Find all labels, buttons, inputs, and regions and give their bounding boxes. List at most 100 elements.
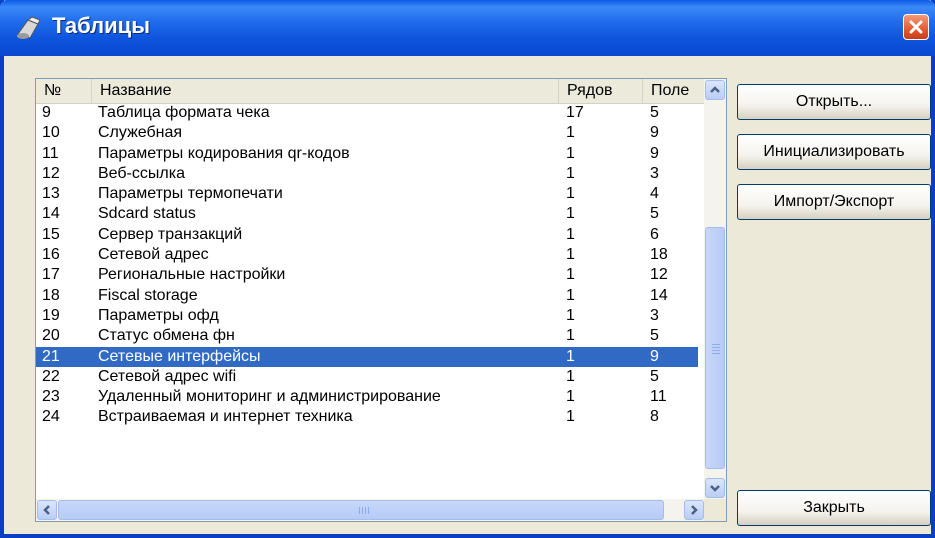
horizontal-scroll-thumb[interactable] xyxy=(58,500,664,520)
row-rows-count: 1 xyxy=(566,347,575,365)
row-fields-count: 18 xyxy=(650,246,668,264)
list-header: № Название Рядов Поле xyxy=(36,79,706,104)
close-icon xyxy=(909,20,923,34)
row-fields-count: 9 xyxy=(650,144,659,162)
table-row[interactable]: 24 Встраиваемая и интернет техника 1 8 xyxy=(36,407,698,427)
window-app-icon xyxy=(17,16,41,39)
table-row[interactable]: 21 Сетевые интерфейсы 1 9 xyxy=(36,346,698,367)
row-rows-count: 1 xyxy=(566,144,575,162)
title-bar[interactable]: Таблицы xyxy=(0,0,935,56)
scrollbar-corner xyxy=(704,499,726,521)
row-number: 11 xyxy=(42,144,59,162)
row-fields-count: 5 xyxy=(650,205,659,223)
row-name: Статус обмена фн xyxy=(98,327,235,345)
table-row[interactable]: 15 Сервер транзакций 1 6 xyxy=(36,225,698,245)
row-name: Sdcard status xyxy=(98,205,196,223)
row-number: 15 xyxy=(42,225,60,243)
row-number: 10 xyxy=(42,124,60,142)
scroll-up-button[interactable] xyxy=(705,80,725,100)
row-number: 23 xyxy=(42,388,60,406)
table-row[interactable]: 13 Параметры термопечати 1 4 xyxy=(36,184,698,204)
table-row[interactable]: 17 Региональные настройки 1 12 xyxy=(36,265,698,285)
row-name: Служебная xyxy=(98,124,183,142)
tables-dialog: Таблицы № Название Рядов Поле 9 Таблица ф… xyxy=(0,0,935,538)
chevron-down-icon xyxy=(710,485,720,492)
table-row[interactable]: 9 Таблица формата чека 17 5 xyxy=(36,103,698,123)
open-button[interactable]: Открыть... xyxy=(737,84,931,120)
row-rows-count: 1 xyxy=(566,388,575,406)
scroll-right-button[interactable] xyxy=(684,500,704,520)
table-row[interactable]: 11 Параметры кодирования qr-кодов 1 9 xyxy=(36,144,698,164)
tables-list[interactable]: № Название Рядов Поле 9 Таблица формата ч… xyxy=(35,78,727,522)
table-row[interactable]: 12 Веб-ссылка 1 3 xyxy=(36,164,698,184)
row-fields-count: 14 xyxy=(650,286,668,304)
row-fields-count: 3 xyxy=(650,306,659,324)
row-rows-count: 1 xyxy=(566,205,575,223)
row-rows-count: 1 xyxy=(566,185,575,203)
row-name: Fiscal storage xyxy=(98,286,198,304)
row-number: 17 xyxy=(42,266,60,284)
table-row[interactable]: 20 Статус обмена фн 1 5 xyxy=(36,326,698,346)
row-rows-count: 1 xyxy=(566,124,575,142)
table-row[interactable]: 14 Sdcard status 1 5 xyxy=(36,204,698,224)
row-fields-count: 9 xyxy=(650,124,659,142)
table-row[interactable]: 22 Сетевой адрес wifi 1 5 xyxy=(36,367,698,387)
row-name: Сетевой адрес wifi xyxy=(98,367,237,385)
window-title: Таблицы xyxy=(52,13,150,38)
initialize-button[interactable]: Инициализировать xyxy=(737,134,931,170)
row-name: Встраиваемая и интернет техника xyxy=(98,408,353,426)
close-window-button[interactable] xyxy=(903,14,929,40)
row-fields-count: 8 xyxy=(650,408,659,426)
row-name: Веб-ссылка xyxy=(98,164,185,182)
row-rows-count: 1 xyxy=(566,408,575,426)
row-name: Сетевые интерфейсы xyxy=(98,347,261,365)
table-row[interactable]: 19 Параметры офд 1 3 xyxy=(36,306,698,326)
import-export-button[interactable]: Импорт/Экспорт xyxy=(737,184,931,220)
vertical-scroll-thumb[interactable] xyxy=(705,227,725,469)
row-name: Сетевой адрес xyxy=(98,246,209,264)
horizontal-scrollbar[interactable] xyxy=(36,499,706,521)
row-rows-count: 1 xyxy=(566,246,575,264)
row-number: 22 xyxy=(42,367,60,385)
row-name: Региональные настройки xyxy=(98,266,286,284)
row-number: 16 xyxy=(42,246,60,264)
column-header-fields[interactable]: Поле xyxy=(643,79,706,103)
row-number: 13 xyxy=(42,185,60,203)
row-fields-count: 5 xyxy=(650,104,659,121)
row-number: 12 xyxy=(42,164,60,182)
row-number: 24 xyxy=(42,408,60,426)
column-header-name[interactable]: Название xyxy=(92,79,559,103)
row-number: 20 xyxy=(42,327,60,345)
row-number: 18 xyxy=(42,286,60,304)
close-button[interactable]: Закрыть xyxy=(737,490,931,526)
row-rows-count: 1 xyxy=(566,306,575,324)
row-number: 21 xyxy=(42,347,60,365)
row-fields-count: 5 xyxy=(650,327,659,345)
row-number: 19 xyxy=(42,306,60,324)
row-rows-count: 17 xyxy=(566,104,584,121)
row-name: Таблица формата чека xyxy=(98,104,270,121)
column-header-number[interactable]: № xyxy=(36,79,92,103)
list-rows: 9 Таблица формата чека 17 5 10 Служебная 1 9 11 П… xyxy=(36,103,706,428)
table-row[interactable]: 10 Служебная 1 9 xyxy=(36,123,698,143)
column-header-rows[interactable]: Рядов xyxy=(559,79,643,103)
row-fields-count: 5 xyxy=(650,367,659,385)
row-rows-count: 1 xyxy=(566,225,575,243)
chevron-up-icon xyxy=(710,86,720,93)
row-name: Параметры офд xyxy=(98,306,219,324)
scroll-down-button[interactable] xyxy=(705,478,725,498)
vertical-scrollbar[interactable] xyxy=(704,79,726,499)
table-row[interactable]: 23 Удаленный мониторинг и администрирован… xyxy=(36,387,698,407)
row-rows-count: 1 xyxy=(566,266,575,284)
row-number: 14 xyxy=(42,205,60,223)
table-row[interactable]: 18 Fiscal storage 1 14 xyxy=(36,286,698,306)
row-fields-count: 12 xyxy=(650,266,668,284)
table-row[interactable]: 16 Сетевой адрес 1 18 xyxy=(36,245,698,265)
scroll-left-button[interactable] xyxy=(37,500,57,520)
row-fields-count: 3 xyxy=(650,164,659,182)
row-number: 9 xyxy=(42,104,51,121)
chevron-left-icon xyxy=(43,505,50,515)
row-fields-count: 9 xyxy=(650,347,659,365)
row-fields-count: 6 xyxy=(650,225,659,243)
row-rows-count: 1 xyxy=(566,164,575,182)
